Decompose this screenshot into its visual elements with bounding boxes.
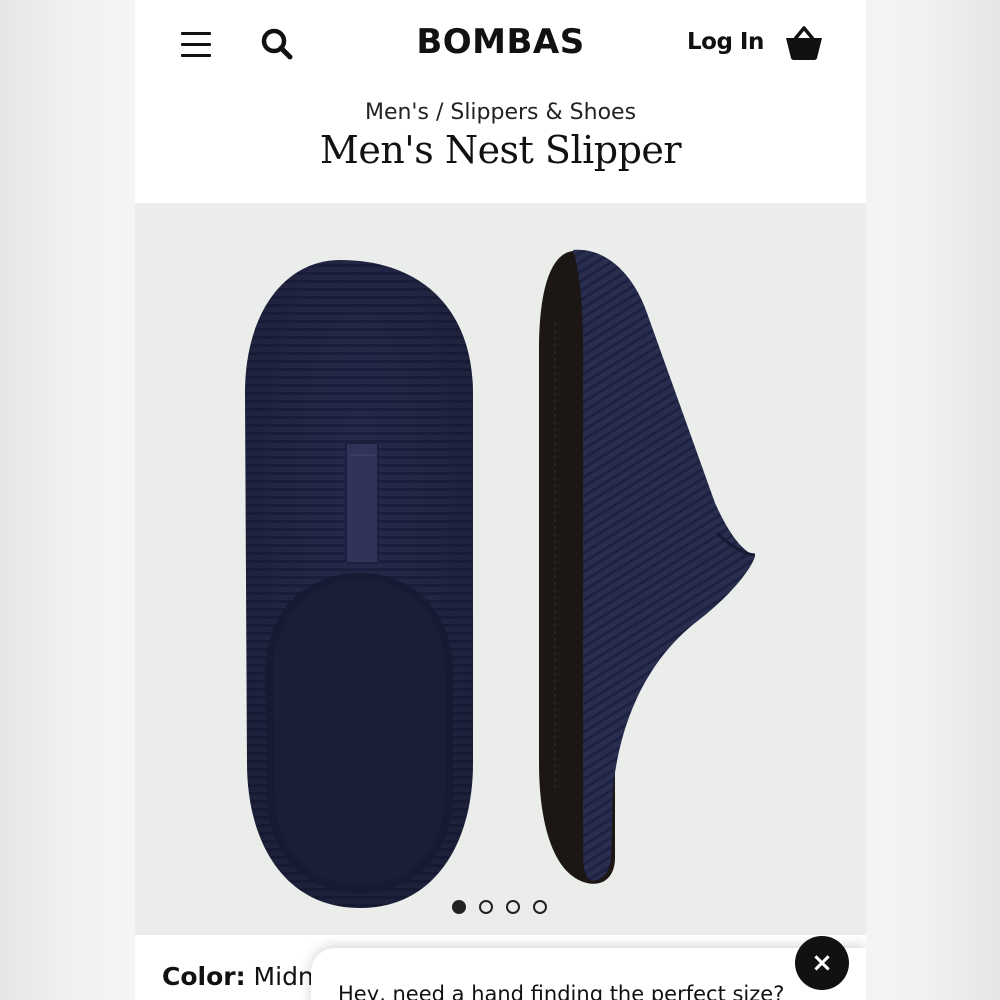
color-label: Color:: [162, 962, 246, 991]
slipper-side-view: [539, 249, 756, 884]
shopping-basket-icon: [786, 26, 822, 60]
chat-message: Hey, need a hand finding the perfect siz…: [338, 982, 785, 1000]
menu-icon-bar: [181, 54, 211, 57]
slipper-top-view: [245, 260, 473, 908]
product-image-gallery[interactable]: [135, 203, 866, 935]
close-icon[interactable]: ×: [795, 936, 849, 990]
search-icon: [261, 28, 293, 60]
carousel-dot-1[interactable]: [452, 900, 466, 914]
breadcrumb-slippers-link[interactable]: Slippers & Shoes: [450, 100, 636, 125]
slipper-product-image: [245, 249, 756, 908]
breadcrumb-separator: /: [428, 100, 451, 125]
color-selector-label: Color: Midni: [162, 962, 321, 991]
size-help-chat-bubble[interactable]: Hey, need a hand finding the perfect siz…: [311, 948, 866, 1000]
menu-button[interactable]: [179, 28, 213, 60]
search-button[interactable]: [259, 26, 295, 62]
site-header: BOMBAS Log In: [135, 0, 866, 90]
cart-button[interactable]: [783, 22, 825, 64]
breadcrumb: Men's / Slippers & Shoes: [135, 100, 866, 125]
menu-icon-bar: [181, 43, 211, 46]
breadcrumb-mens-link[interactable]: Men's: [365, 100, 429, 125]
carousel-dot-3[interactable]: [506, 900, 520, 914]
carousel-dot-4[interactable]: [533, 900, 547, 914]
login-link[interactable]: Log In: [687, 29, 764, 55]
product-page: BOMBAS Log In Men's / Slippers & Shoes M…: [135, 0, 866, 1000]
carousel-dot-2[interactable]: [479, 900, 493, 914]
product-title: Men's Nest Slipper: [319, 128, 682, 172]
menu-icon-bar: [181, 32, 211, 35]
